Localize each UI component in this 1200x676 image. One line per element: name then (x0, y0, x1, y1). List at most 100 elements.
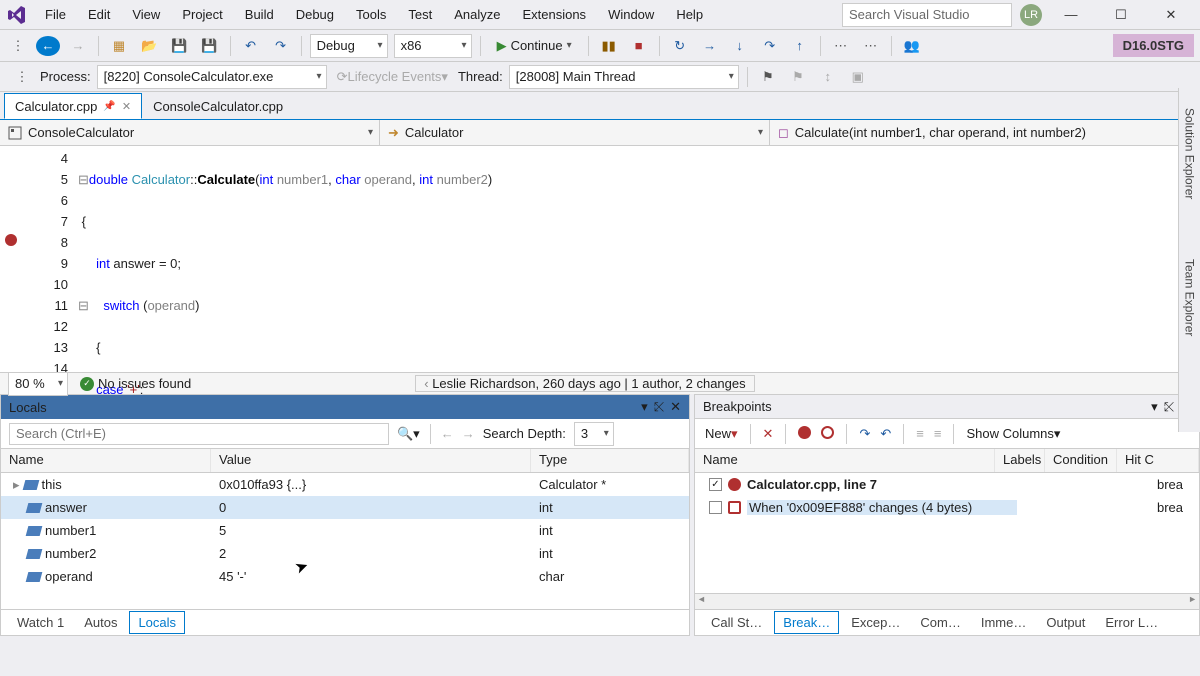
bp-row-2[interactable]: When '0x009EF888' changes (4 bytes) brea (695, 496, 1199, 519)
breakpoints-header[interactable]: Breakpoints ▾⤪✕ (695, 395, 1199, 419)
menu-build[interactable]: Build (234, 3, 285, 26)
thread-filter-button[interactable]: ⚑ (786, 65, 810, 89)
import-button[interactable]: ↶ (880, 426, 891, 442)
class-combo[interactable]: ➜ Calculator (380, 120, 770, 145)
locals-search-input[interactable] (9, 423, 389, 445)
dropdown-icon[interactable]: ▾ (1151, 399, 1158, 415)
col-value[interactable]: Value (211, 449, 531, 472)
locals-row-operand[interactable]: operand45 '-'char (1, 565, 689, 588)
minimize-button[interactable]: — (1050, 0, 1092, 30)
col-hitcount[interactable]: Hit C (1117, 449, 1199, 472)
breakpoint-glyph[interactable] (5, 234, 17, 246)
restart-button[interactable]: ↻ (668, 34, 692, 58)
nav-back-button[interactable]: ← (36, 36, 60, 56)
tool-btn-2[interactable]: ⋯ (859, 34, 883, 58)
horizontal-scrollbar[interactable] (695, 593, 1199, 609)
process-combo[interactable]: [8220] ConsoleCalculator.exe (97, 65, 327, 89)
tab-breakpoints[interactable]: Break… (774, 611, 839, 634)
checkbox[interactable] (709, 501, 722, 514)
func-combo[interactable]: ◻ Calculate(int number1, char operand, i… (770, 120, 1200, 145)
menu-edit[interactable]: Edit (77, 3, 121, 26)
tab-watch1[interactable]: Watch 1 (9, 612, 72, 633)
stop-button[interactable]: ■ (627, 34, 651, 58)
tab-command[interactable]: Com… (912, 612, 968, 633)
menu-window[interactable]: Window (597, 3, 665, 26)
undo-button[interactable]: ↶ (239, 34, 263, 58)
break-all-button[interactable]: ▮▮ (597, 34, 621, 58)
dropdown-icon[interactable]: ▾ (641, 399, 648, 415)
continue-button[interactable]: ▶Continue▾ (489, 34, 580, 58)
tab-errorlist[interactable]: Error L… (1097, 612, 1166, 633)
goto-source-button[interactable]: ≡ (916, 426, 924, 441)
menu-help[interactable]: Help (665, 3, 714, 26)
nav-fwd-button[interactable]: → (66, 34, 90, 58)
tab-consolecalculator-cpp[interactable]: ConsoleCalculator.cpp (142, 93, 294, 119)
scope-combo[interactable]: ConsoleCalculator (0, 120, 380, 145)
col-labels[interactable]: Labels (995, 449, 1045, 472)
locals-row-number2[interactable]: number22int (1, 542, 689, 565)
search-icon[interactable]: 🔍▾ (397, 426, 420, 442)
enable-all-button[interactable] (798, 426, 811, 442)
live-share-button[interactable]: 👥 (900, 34, 924, 58)
step-into-button[interactable]: ↓ (728, 34, 752, 58)
search-input[interactable]: Search Visual Studio (842, 3, 1012, 27)
stack-frame-button[interactable]: ↕ (816, 65, 840, 89)
user-avatar[interactable]: LR (1020, 4, 1042, 26)
col-name[interactable]: Name (695, 449, 995, 472)
col-condition[interactable]: Condition (1045, 449, 1117, 472)
prev-match-button[interactable]: ← (441, 426, 454, 441)
config-combo[interactable]: Debug (310, 34, 388, 58)
tab-exceptions[interactable]: Excep… (843, 612, 908, 633)
pin-icon[interactable]: 📌 (103, 101, 115, 112)
thread-marker-button[interactable]: ▣ (846, 65, 870, 89)
lifecycle-button[interactable]: ⟳ Lifecycle Events ▾ (333, 65, 452, 89)
flag-filter-button[interactable]: ⚑ (756, 65, 780, 89)
team-explorer-tab[interactable]: Team Explorer (1183, 259, 1197, 336)
tab-locals[interactable]: Locals (129, 611, 185, 634)
bp-row-1[interactable]: ✓ Calculator.cpp, line 7 brea (695, 473, 1199, 496)
pin-icon[interactable]: ⤪ (1164, 399, 1174, 415)
pin-icon[interactable]: ⤪ (654, 399, 664, 415)
tab-calculator-cpp[interactable]: Calculator.cpp 📌 ✕ (4, 93, 142, 119)
new-breakpoint-button[interactable]: New▾ (705, 426, 738, 442)
step-out-button[interactable]: ↑ (788, 34, 812, 58)
search-depth-combo[interactable]: 3 (574, 422, 614, 446)
menu-analyze[interactable]: Analyze (443, 3, 511, 26)
tab-output[interactable]: Output (1038, 612, 1093, 633)
disable-all-button[interactable] (821, 426, 834, 442)
zoom-combo[interactable]: 80 % (8, 372, 68, 396)
close-icon[interactable]: ✕ (122, 100, 131, 113)
show-columns-button[interactable]: Show Columns▾ (966, 426, 1060, 442)
menu-project[interactable]: Project (171, 3, 233, 26)
step-over-button[interactable]: ↷ (758, 34, 782, 58)
locals-header[interactable]: Locals ▾⤪✕ (1, 395, 689, 419)
tool-btn-1[interactable]: ⋯ (829, 34, 853, 58)
next-match-button[interactable]: → (462, 426, 475, 441)
locals-row-this[interactable]: ▸this0x010ffa93 {...}Calculator * (1, 473, 689, 496)
thread-combo[interactable]: [28008] Main Thread (509, 65, 739, 89)
tab-autos[interactable]: Autos (76, 612, 125, 633)
codelens-info[interactable]: ‹ Leslie Richardson, 260 days ago | 1 au… (415, 375, 754, 392)
menu-debug[interactable]: Debug (285, 3, 345, 26)
col-name[interactable]: Name (1, 449, 211, 472)
goto-disasm-button[interactable]: ≡ (934, 426, 942, 441)
menu-extensions[interactable]: Extensions (511, 3, 597, 26)
tab-immediate[interactable]: Imme… (973, 612, 1035, 633)
platform-combo[interactable]: x86 (394, 34, 472, 58)
locals-row-answer[interactable]: answer0int (1, 496, 689, 519)
export-button[interactable]: ↷ (859, 426, 870, 442)
menu-tools[interactable]: Tools (345, 3, 397, 26)
maximize-button[interactable]: ☐ (1100, 0, 1142, 30)
menu-view[interactable]: View (121, 3, 171, 26)
menu-file[interactable]: File (34, 3, 77, 26)
show-next-statement-button[interactable]: → (698, 34, 722, 58)
locals-row-number1[interactable]: number15int (1, 519, 689, 542)
code-editor[interactable]: 4567891011121314 ⊟double Calculator::Cal… (0, 146, 1200, 372)
redo-button[interactable]: ↷ (269, 34, 293, 58)
save-button[interactable]: 💾 (167, 34, 191, 58)
save-all-button[interactable]: 💾 (197, 34, 221, 58)
no-issues-indicator[interactable]: ✓No issues found (80, 376, 191, 391)
open-button[interactable]: 📂 (137, 34, 161, 58)
new-project-button[interactable]: ▦ (107, 34, 131, 58)
col-type[interactable]: Type (531, 449, 689, 472)
